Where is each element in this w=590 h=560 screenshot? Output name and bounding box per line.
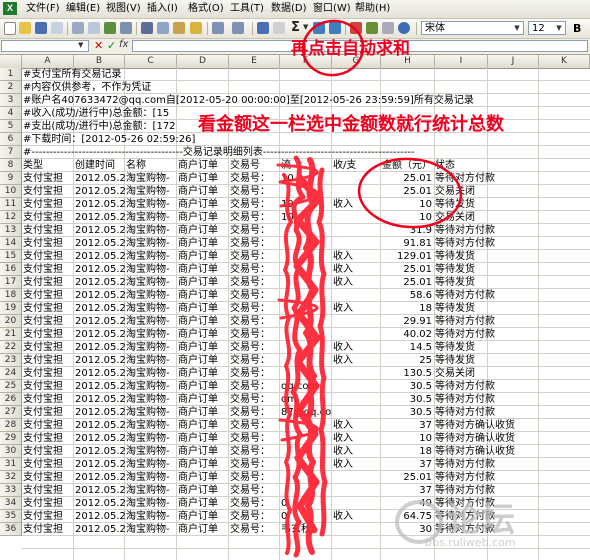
redaction-scribble bbox=[276, 155, 328, 558]
annotation-text-middle: 看金额这一栏选中金额数就行统计总数 bbox=[198, 114, 504, 135]
annotation-text-top: 再点击自动求和 bbox=[291, 39, 410, 59]
watermark-text: 论坛 bbox=[447, 500, 515, 540]
watermark-url: bbs.ruliweb.com bbox=[425, 536, 516, 549]
annotation-overlay bbox=[276, 19, 463, 558]
annotation-circle-amount bbox=[357, 157, 463, 229]
